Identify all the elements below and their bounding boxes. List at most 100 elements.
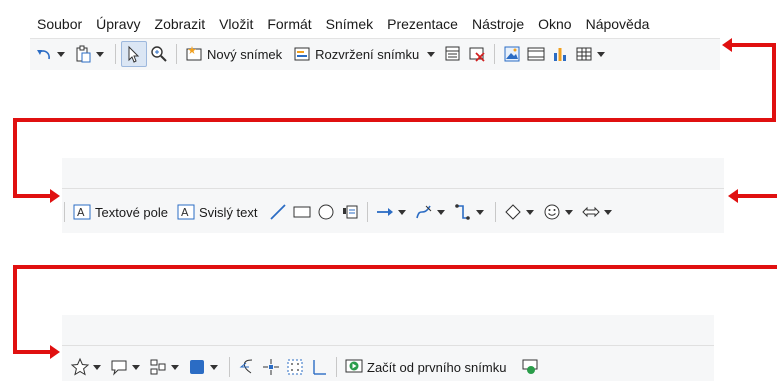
undo-dropdown-icon[interactable] (57, 51, 65, 57)
chart-icon (554, 48, 567, 61)
annotation-line (13, 118, 776, 122)
stars-button[interactable] (68, 355, 107, 379)
points-icon (239, 359, 253, 374)
flowchart-button[interactable] (146, 355, 185, 379)
vertical-text-icon: A (177, 204, 195, 220)
rectangle-icon (293, 206, 311, 218)
duplicate-slide-icon (445, 46, 460, 61)
annotation-line (738, 194, 777, 198)
zoom-pan-button[interactable] (147, 42, 171, 66)
grid-icon (287, 359, 303, 375)
delete-slide-button[interactable] (465, 42, 489, 66)
star-icon (70, 357, 90, 376)
annotation-arrowhead-3 (728, 189, 738, 203)
insert-image-button[interactable] (500, 42, 524, 66)
text-box-icon: A (73, 204, 91, 220)
table-dropdown-icon[interactable] (597, 51, 606, 57)
new-slide-icon (186, 46, 202, 61)
basic-shapes-button[interactable] (501, 200, 540, 224)
menu-soubor[interactable]: Soubor (30, 16, 89, 32)
shadow-dropdown-icon[interactable] (210, 364, 218, 370)
annotation-line (13, 194, 51, 198)
start-current-slide-icon (522, 359, 538, 374)
connector-button[interactable] (451, 200, 490, 224)
text-block-button[interactable] (338, 200, 362, 224)
menu-vlozit[interactable]: Vložit (212, 16, 260, 32)
grid-button[interactable] (283, 355, 307, 379)
flowchart-dropdown-icon[interactable] (171, 364, 179, 370)
menu-bar: Soubor Úpravy Zobrazit Vložit Formát Sní… (30, 10, 720, 39)
snap-lines-icon (313, 360, 326, 375)
curve-button[interactable] (412, 200, 451, 224)
annotation-line (13, 265, 17, 354)
connector-dropdown-icon[interactable] (475, 209, 484, 215)
block-arrows-button[interactable] (579, 200, 618, 224)
new-slide-button[interactable]: Nový snímek (182, 42, 284, 66)
menu-format[interactable]: Formát (260, 16, 318, 32)
toolbar-1: Nový snímek Rozvržení snímku (32, 39, 611, 69)
curve-dropdown-icon[interactable] (436, 209, 445, 215)
vertical-text-label: Svislý text (199, 204, 258, 220)
callout-icon (111, 360, 127, 376)
flowchart-icon (150, 359, 166, 375)
text-box-button[interactable]: A Textové pole (70, 200, 170, 224)
slide-layout-label: Rozvržení snímku (315, 46, 420, 62)
vertical-text-button[interactable]: A Svislý text (174, 200, 260, 224)
annotation-line (732, 43, 776, 47)
double-arrow-icon (581, 206, 600, 218)
connector-icon (454, 204, 470, 220)
annotation-line (13, 118, 17, 198)
menu-prezentace[interactable]: Prezentace (380, 16, 465, 32)
new-slide-label: Nový snímek (207, 46, 283, 62)
insert-table-button[interactable] (572, 42, 611, 66)
ellipse-button[interactable] (314, 200, 338, 224)
duplicate-slide-button[interactable] (441, 42, 465, 66)
glue-points-button[interactable] (259, 355, 283, 379)
annotation-line (13, 265, 777, 269)
basic-shapes-dropdown-icon[interactable] (525, 209, 534, 215)
paste-button[interactable] (71, 42, 110, 66)
undo-button[interactable] (32, 42, 71, 66)
paste-dropdown-icon[interactable] (96, 51, 104, 57)
symbol-shapes-dropdown-icon[interactable] (564, 209, 573, 215)
shadow-button[interactable] (185, 355, 224, 379)
line-icon (269, 204, 286, 220)
menu-nastroje[interactable]: Nástroje (465, 16, 531, 32)
menu-napoveda[interactable]: Nápověda (579, 16, 657, 32)
annotation-arrowhead-2 (50, 189, 60, 203)
separator (366, 202, 368, 222)
toolbar-strip-3-header (62, 315, 714, 346)
ellipse-icon (318, 204, 334, 220)
rectangle-button[interactable] (290, 200, 314, 224)
separator (176, 44, 177, 64)
image-icon (504, 46, 520, 62)
callouts-button[interactable] (107, 355, 146, 379)
menu-okno[interactable]: Okno (531, 16, 578, 32)
insert-media-button[interactable] (524, 42, 548, 66)
menu-snimek[interactable]: Snímek (319, 16, 380, 32)
callouts-dropdown-icon[interactable] (132, 364, 140, 370)
start-first-slide-button[interactable]: Začít od prvního snímku (342, 355, 508, 379)
symbol-shapes-button[interactable] (540, 200, 579, 224)
stars-dropdown-icon[interactable] (93, 364, 101, 370)
menu-zobrazit[interactable]: Zobrazit (148, 16, 213, 32)
block-arrows-dropdown-icon[interactable] (603, 209, 612, 215)
menu-upravy[interactable]: Úpravy (89, 16, 147, 32)
slide-layout-button[interactable]: Rozvržení snímku (290, 42, 441, 66)
annotation-arrowhead-1 (722, 38, 732, 52)
snap-lines-button[interactable] (307, 355, 331, 379)
start-current-slide-button[interactable] (518, 355, 542, 379)
text-box-label: Textové pole (95, 204, 168, 220)
separator (229, 357, 230, 377)
insert-chart-button[interactable] (548, 42, 572, 66)
points-button[interactable] (235, 355, 259, 379)
slide-layout-dropdown-icon[interactable] (427, 51, 436, 57)
arrow-dropdown-icon[interactable] (397, 209, 406, 215)
annotation-line (13, 350, 51, 354)
diamond-icon (504, 204, 521, 220)
arrow-right-icon (376, 208, 393, 216)
delete-slide-icon (469, 47, 485, 62)
arrow-line-button[interactable] (373, 200, 412, 224)
line-button[interactable] (266, 200, 290, 224)
select-tool-button[interactable] (121, 41, 147, 67)
